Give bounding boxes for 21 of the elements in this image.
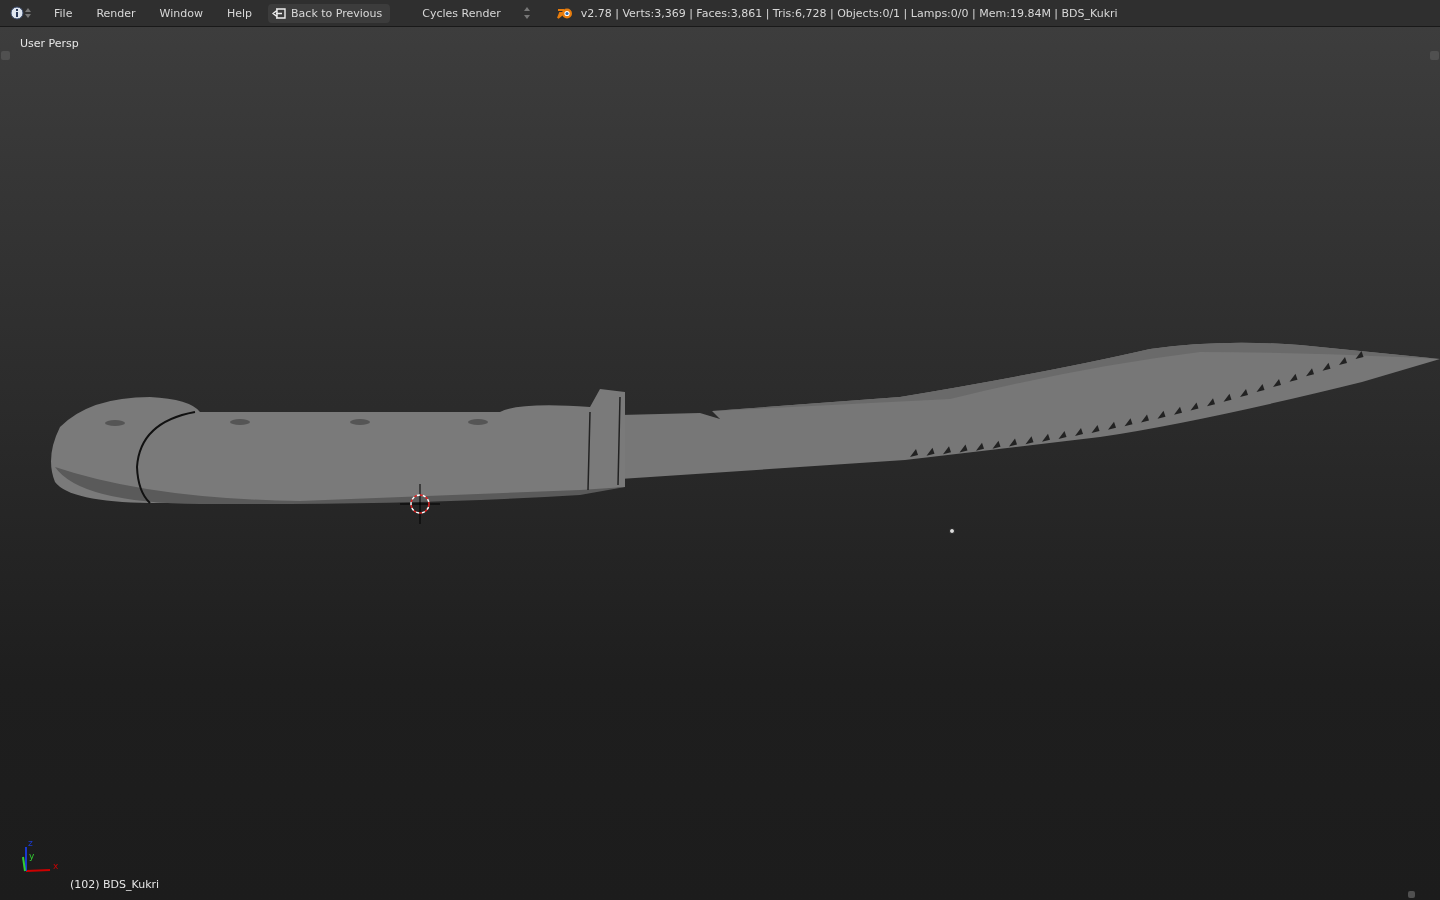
3d-viewport[interactable]: User Persp z y x (102) BDS_Kukri xyxy=(0,27,1440,900)
menu-item[interactable]: Help xyxy=(214,6,265,20)
axis-label: y xyxy=(29,851,35,861)
scene-stats: v2.78 | Verts:3,369 | Faces:3,861 | Tris:6,728 | Objects:0/1 | Lamps:0/0 | Mem:19.84M | BDS_Kukri xyxy=(580,6,1118,20)
origin-point-icon xyxy=(949,528,955,534)
axis-label: z xyxy=(28,838,33,848)
back-to-previous-button[interactable]: Back to Previous xyxy=(268,3,391,23)
menu-item[interactable]: File xyxy=(42,6,85,20)
back-icon xyxy=(272,7,287,19)
menu-item[interactable]: Window xyxy=(147,6,215,20)
blender-logo-icon xyxy=(556,6,573,20)
object-label: (102) BDS_Kukri xyxy=(70,878,160,891)
info-icon[interactable] xyxy=(10,6,34,20)
area-corner-icon[interactable] xyxy=(1408,891,1415,898)
view-label: User Persp xyxy=(20,37,79,50)
menu-item[interactable]: Render xyxy=(84,6,148,20)
render-engine-dropdown[interactable]: Cycles Render xyxy=(418,6,535,20)
axis-gizmo-icon xyxy=(22,846,51,872)
3d-cursor-icon xyxy=(399,483,441,525)
axis-label: x xyxy=(53,861,59,871)
stepper-icon xyxy=(522,7,531,19)
